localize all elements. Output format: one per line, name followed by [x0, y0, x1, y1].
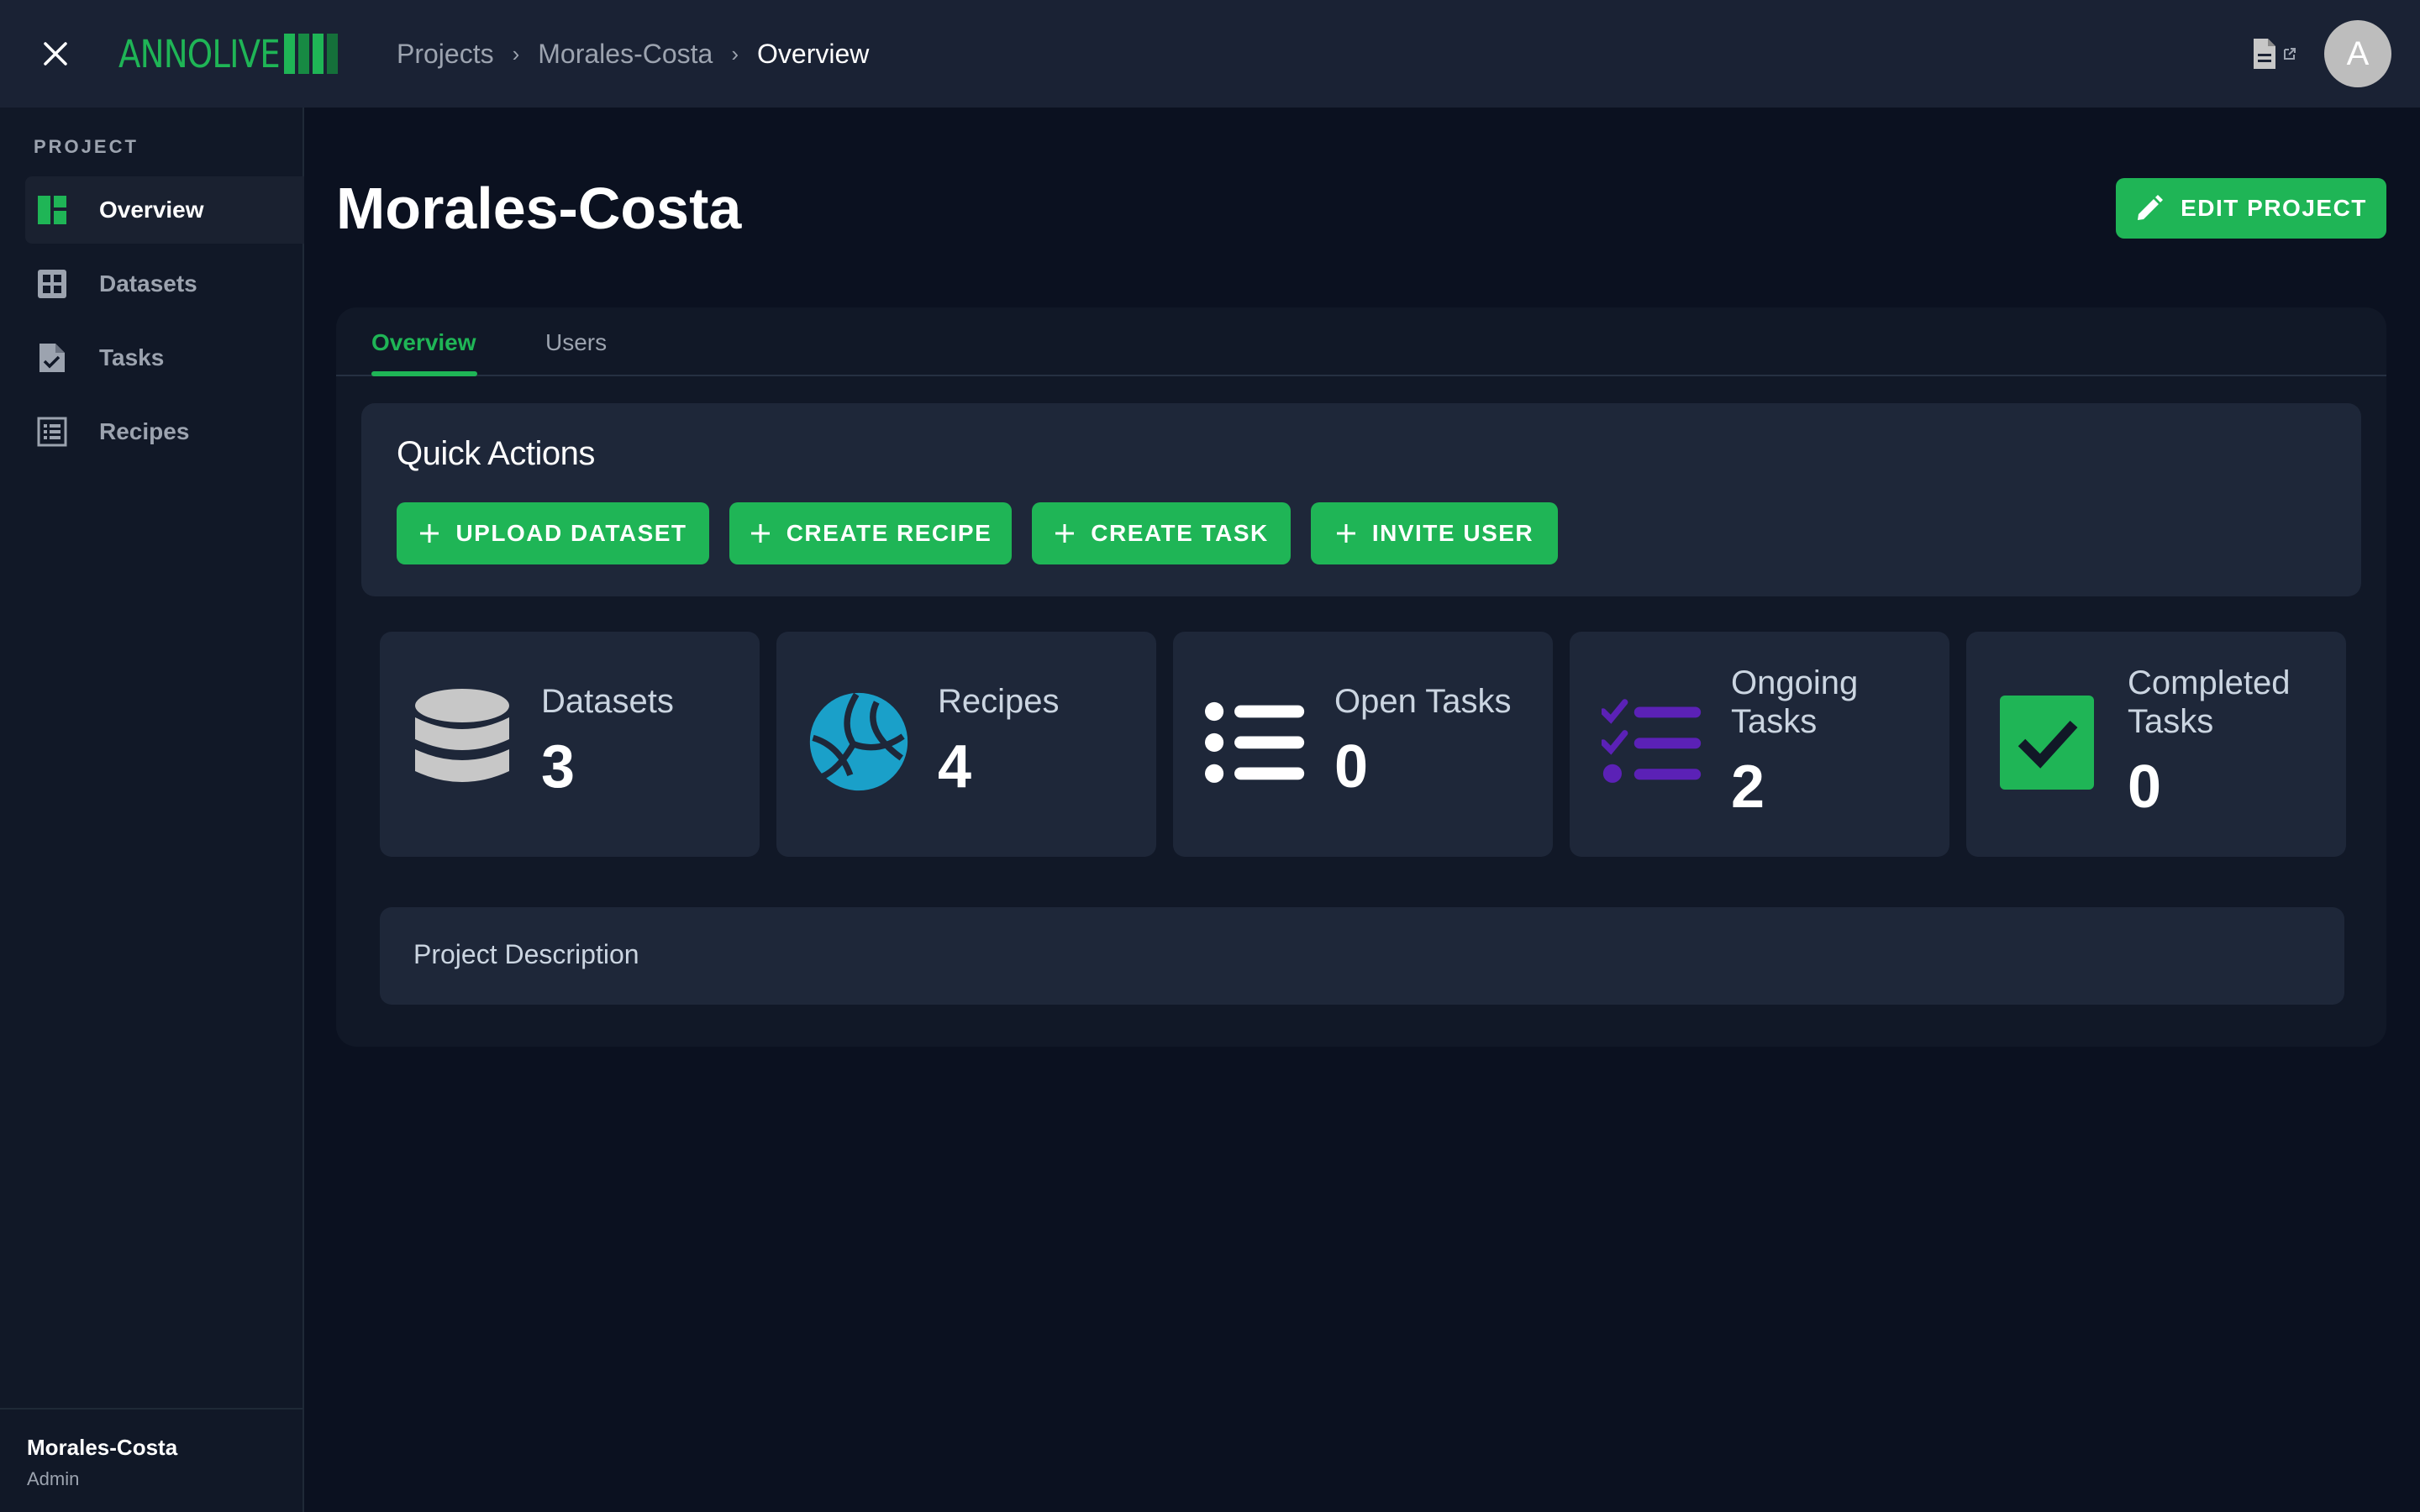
sidebar-item-overview[interactable]: Overview	[25, 176, 304, 244]
checkbox-icon	[2000, 696, 2094, 790]
create-task-button[interactable]: CREATE TASK	[1032, 502, 1291, 564]
content-card: Overview Users Quick Actions UPLOAD DATA…	[336, 307, 2386, 1047]
stat-value: 3	[541, 733, 576, 801]
pencil-icon	[2138, 195, 2164, 220]
close-icon[interactable]	[39, 37, 72, 71]
sidebar-item-datasets[interactable]: Datasets	[25, 250, 304, 318]
stat-label: Ongoing Tasks	[1731, 664, 1859, 740]
tab-overview[interactable]: Overview	[371, 329, 476, 356]
top-bar: ANNOLIVE Projects › Morales-Costa › Over…	[0, 0, 2420, 108]
project-description-label: Project Description	[413, 939, 639, 969]
sidebar-item-label: Tasks	[99, 344, 165, 370]
stat-value: 2	[1731, 753, 1765, 821]
edit-project-button[interactable]: EDIT PROJECT	[2116, 178, 2386, 239]
invite-user-button[interactable]: INVITE USER	[1311, 502, 1558, 564]
stat-label: Datasets	[541, 683, 674, 720]
tab-bar: Overview Users	[336, 307, 2386, 376]
app-logo[interactable]: ANNOLIVE	[118, 30, 339, 77]
breadcrumb-current: Overview	[757, 38, 870, 69]
plus-icon	[750, 524, 770, 543]
project-description-panel: Project Description	[380, 907, 2344, 1005]
create-recipe-label: CREATE RECIPE	[786, 520, 992, 546]
documentation-link[interactable]	[2252, 35, 2311, 72]
sidebar-footer: Morales-Costa Admin	[0, 1408, 302, 1512]
stat-value: 0	[2128, 753, 2162, 821]
sidebar-item-label: Recipes	[99, 418, 190, 444]
invite-user-label: INVITE USER	[1371, 520, 1534, 546]
plus-icon	[420, 524, 439, 543]
quick-actions-title: Quick Actions	[397, 435, 595, 472]
upload-dataset-label: UPLOAD DATASET	[455, 520, 687, 546]
plus-icon	[1055, 524, 1075, 543]
bullet-list-icon	[1205, 701, 1305, 783]
dashboard-icon	[38, 196, 66, 224]
user-role: Admin	[27, 1468, 80, 1489]
stat-label: Open Tasks	[1334, 683, 1512, 720]
grid-icon	[38, 270, 66, 298]
stat-card-datasets[interactable]: Datasets 3	[380, 632, 760, 857]
document-icon	[2254, 39, 2275, 69]
sidebar: PROJECT Overview Datasets Tasks Recipes …	[0, 108, 304, 1512]
logo-text: ANNOLIVE	[118, 31, 281, 76]
page-title: Morales-Costa	[336, 176, 742, 241]
upload-dataset-button[interactable]: UPLOAD DATASET	[397, 502, 709, 564]
breadcrumb-separator: ›	[512, 40, 520, 66]
create-recipe-button[interactable]: CREATE RECIPE	[729, 502, 1012, 564]
breadcrumb-separator: ›	[731, 40, 739, 66]
project-name: Morales-Costa	[27, 1435, 178, 1460]
edit-project-label: EDIT PROJECT	[2181, 195, 2367, 221]
sidebar-item-recipes[interactable]: Recipes	[25, 398, 304, 465]
create-task-label: CREATE TASK	[1091, 520, 1269, 546]
sidebar-heading: PROJECT	[34, 136, 139, 157]
external-link-icon	[2284, 48, 2296, 60]
logo-bars-icon	[284, 34, 339, 74]
stat-label: Completed Tasks	[2128, 664, 2291, 740]
plus-icon	[1336, 524, 1355, 543]
quick-actions-panel: Quick Actions UPLOAD DATASET CREATE RECI…	[361, 403, 2361, 596]
breadcrumb-project[interactable]: Morales-Costa	[538, 39, 713, 70]
stat-card-completed-tasks[interactable]: Completed Tasks 0	[1966, 632, 2346, 857]
stat-card-ongoing-tasks[interactable]: Ongoing Tasks 2	[1570, 632, 1949, 857]
stat-card-recipes[interactable]: Recipes 4	[776, 632, 1156, 857]
breadcrumb: Projects › Morales-Costa › Overview	[397, 34, 869, 74]
checklist-icon	[1602, 699, 1702, 783]
sidebar-item-label: Datasets	[99, 270, 197, 297]
active-tab-indicator	[371, 371, 477, 376]
database-icon	[415, 689, 509, 782]
tab-users[interactable]: Users	[545, 329, 607, 356]
avatar[interactable]: A	[2324, 20, 2391, 87]
task-file-icon	[39, 344, 65, 372]
stat-value: 0	[1334, 733, 1369, 801]
breadcrumb-projects[interactable]: Projects	[397, 39, 494, 70]
volleyball-icon	[809, 692, 908, 791]
list-icon	[37, 417, 67, 447]
stat-card-open-tasks[interactable]: Open Tasks 0	[1173, 632, 1553, 857]
sidebar-item-label: Overview	[99, 197, 204, 223]
stat-value: 4	[938, 733, 972, 801]
sidebar-item-tasks[interactable]: Tasks	[25, 324, 304, 391]
stat-label: Recipes	[938, 683, 1060, 720]
